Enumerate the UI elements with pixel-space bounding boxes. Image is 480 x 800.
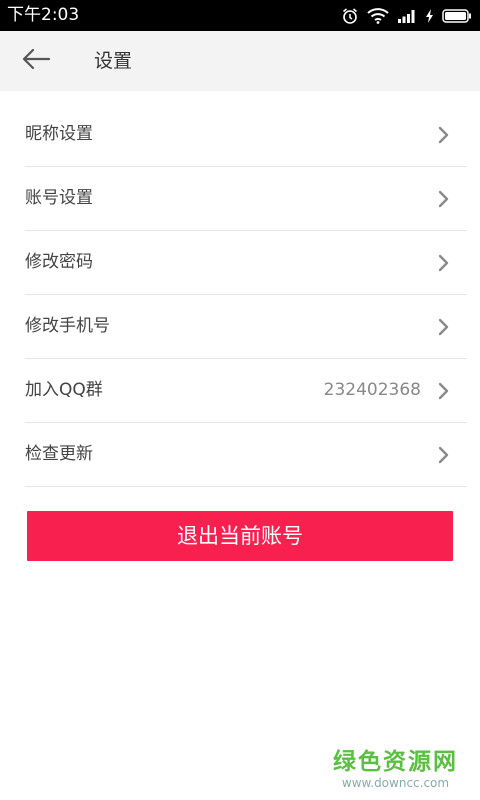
signal-icon	[397, 9, 417, 23]
arrow-left-icon	[21, 48, 51, 74]
chevron-right-icon	[438, 446, 450, 464]
back-button[interactable]	[16, 43, 56, 79]
watermark-title: 绿色资源网	[333, 749, 458, 775]
settings-item-label: 修改手机号	[25, 316, 110, 336]
title-bar: 设置	[0, 31, 480, 91]
settings-item-label: 账号设置	[25, 188, 93, 208]
settings-item-label: 昵称设置	[25, 124, 93, 144]
alarm-icon	[341, 7, 359, 25]
watermark: 绿色资源网 www.downcc.com	[333, 748, 458, 790]
chevron-right-icon	[438, 126, 450, 144]
chevron-right-icon	[438, 254, 450, 272]
charging-icon	[425, 9, 434, 23]
page-title: 设置	[94, 50, 133, 72]
settings-item-password[interactable]: 修改密码	[25, 231, 467, 295]
wifi-icon	[367, 8, 389, 24]
settings-item-nickname[interactable]: 昵称设置	[25, 103, 467, 167]
chevron-right-icon	[438, 382, 450, 400]
chevron-right-icon	[438, 318, 450, 336]
settings-item-check-update[interactable]: 检查更新	[25, 423, 467, 487]
watermark-url: www.downcc.com	[341, 776, 450, 790]
status-icons	[341, 5, 472, 27]
status-bar: 下午2:03	[0, 0, 480, 31]
settings-item-qq-group[interactable]: 加入QQ群 232402368	[25, 359, 467, 423]
settings-item-account[interactable]: 账号设置	[25, 167, 467, 231]
settings-list: 昵称设置 账号设置 修改密码 修改手机号 加入QQ群 232402368 检查更…	[0, 103, 480, 487]
settings-item-label: 检查更新	[25, 444, 93, 464]
settings-item-label: 加入QQ群	[25, 380, 103, 400]
status-time: 下午2:03	[7, 5, 80, 25]
settings-item-phone[interactable]: 修改手机号	[25, 295, 467, 359]
logout-button[interactable]: 退出当前账号	[27, 511, 453, 561]
qq-group-number: 232402368	[323, 380, 421, 400]
settings-item-label: 修改密码	[25, 252, 93, 272]
battery-icon	[442, 9, 472, 23]
chevron-right-icon	[438, 190, 450, 208]
